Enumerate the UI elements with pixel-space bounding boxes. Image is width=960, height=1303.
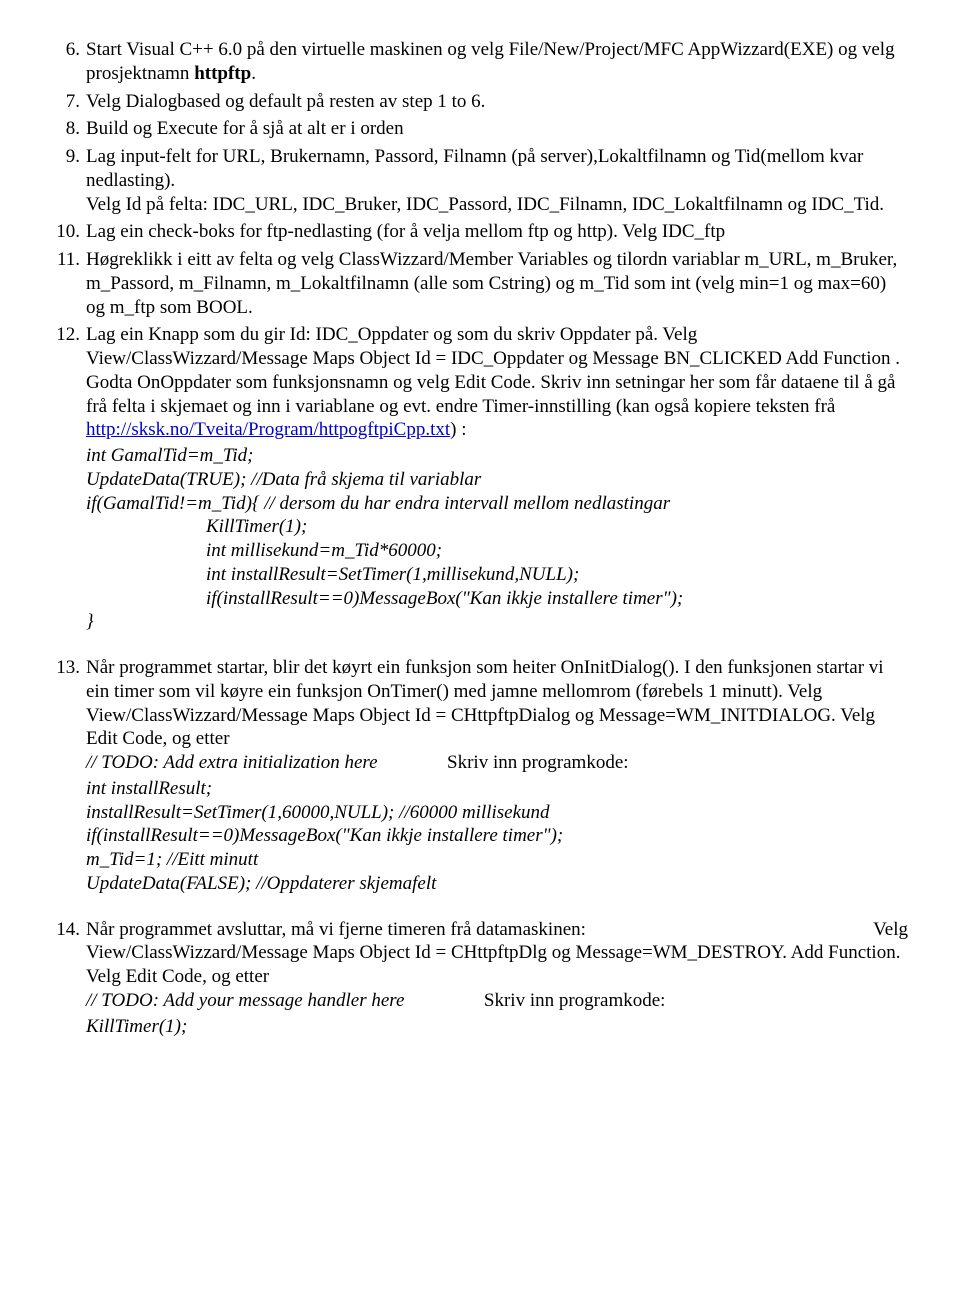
code-line: installResult=SetTimer(1,60000,NULL); //…: [86, 801, 908, 825]
item-number: 11.: [52, 248, 86, 319]
code-line: int millisekund=m_Tid*60000;: [86, 539, 908, 563]
text: .: [251, 63, 256, 84]
text: Når programmet avsluttar, må vi fjerne t…: [86, 918, 586, 942]
list-item-11: 11. Høgreklikk i eitt av felta og velg C…: [52, 248, 908, 319]
code-block: KillTimer(1);: [86, 1015, 908, 1039]
item-number: 14.: [52, 918, 86, 1039]
code-block: int installResult; installResult=SetTime…: [86, 777, 908, 896]
list-item-13: 13. Når programmet startar, blir det køy…: [52, 656, 908, 896]
item-number: 9.: [52, 145, 86, 216]
code-block: int GamalTid=m_Tid; UpdateData(TRUE); //…: [86, 444, 908, 634]
label: Skriv inn programkode:: [484, 990, 666, 1011]
item-body: Velg Dialogbased og default på resten av…: [86, 90, 908, 114]
text: Lag input-felt for URL, Brukernamn, Pass…: [86, 146, 863, 191]
code-line: int installResult;: [86, 777, 908, 801]
item-body: Lag ein check-boks for ftp-nedlasting (f…: [86, 220, 908, 244]
code-line: m_Tid=1; //Eitt minutt: [86, 848, 908, 872]
code-line: if(installResult==0)MessageBox("Kan ikkj…: [86, 824, 908, 848]
code-line: if(GamalTid!=m_Tid){ // dersom du har en…: [86, 492, 908, 516]
item-body: Start Visual C++ 6.0 på den virtuelle ma…: [86, 38, 908, 86]
list-item-12: 12. Lag ein Knapp som du gir Id: IDC_Opp…: [52, 323, 908, 634]
item-body: Build og Execute for å sjå at alt er i o…: [86, 117, 908, 141]
item-number: 12.: [52, 323, 86, 634]
list-item-10: 10. Lag ein check-boks for ftp-nedlastin…: [52, 220, 908, 244]
code-line: if(installResult==0)MessageBox("Kan ikkj…: [86, 587, 908, 611]
item-number: 8.: [52, 117, 86, 141]
item-body: Lag ein Knapp som du gir Id: IDC_Oppdate…: [86, 323, 908, 634]
item-body: Lag input-felt for URL, Brukernamn, Pass…: [86, 145, 908, 216]
todo-comment: // TODO: Add your message handler here: [86, 990, 404, 1011]
list-item-9: 9. Lag input-felt for URL, Brukernamn, P…: [52, 145, 908, 216]
item-number: 7.: [52, 90, 86, 114]
list-item-8: 8. Build og Execute for å sjå at alt er …: [52, 117, 908, 141]
item-number: 6.: [52, 38, 86, 86]
code-line: int GamalTid=m_Tid;: [86, 444, 908, 468]
code-line: KillTimer(1);: [86, 515, 908, 539]
code-line: int installResult=SetTimer(1,millisekund…: [86, 563, 908, 587]
text: Lag ein Knapp som du gir Id: IDC_Oppdate…: [86, 324, 900, 416]
todo-comment: // TODO: Add extra initialization here: [86, 752, 378, 773]
item-number: 10.: [52, 220, 86, 244]
code-line: }: [86, 610, 908, 634]
code-line: KillTimer(1);: [86, 1015, 908, 1039]
list-item-7: 7. Velg Dialogbased og default på resten…: [52, 90, 908, 114]
list-item-6: 6. Start Visual C++ 6.0 på den virtuelle…: [52, 38, 908, 86]
item-number: 13.: [52, 656, 86, 896]
label: Skriv inn programkode:: [447, 752, 629, 773]
text: ) :: [450, 419, 466, 440]
item-body: Høgreklikk i eitt av felta og velg Class…: [86, 248, 908, 319]
link-url[interactable]: http://sksk.no/Tveita/Program/httpogftpi…: [86, 419, 450, 440]
text: Velg: [873, 918, 908, 942]
list-item-14: 14. Når programmet avsluttar, må vi fjer…: [52, 918, 908, 1039]
text: Når programmet startar, blir det køyrt e…: [86, 657, 884, 749]
item-body: Når programmet avsluttar, må vi fjerne t…: [86, 918, 908, 1039]
code-line: UpdateData(TRUE); //Data frå skjema til …: [86, 468, 908, 492]
code-line: UpdateData(FALSE); //Oppdaterer skjemafe…: [86, 872, 908, 896]
text: Velg Id på felta: IDC_URL, IDC_Bruker, I…: [86, 194, 884, 215]
text: View/ClassWizzard/Message Maps Object Id…: [86, 942, 900, 987]
item-body: Når programmet startar, blir det køyrt e…: [86, 656, 908, 896]
bold-text: httpftp: [194, 63, 251, 84]
